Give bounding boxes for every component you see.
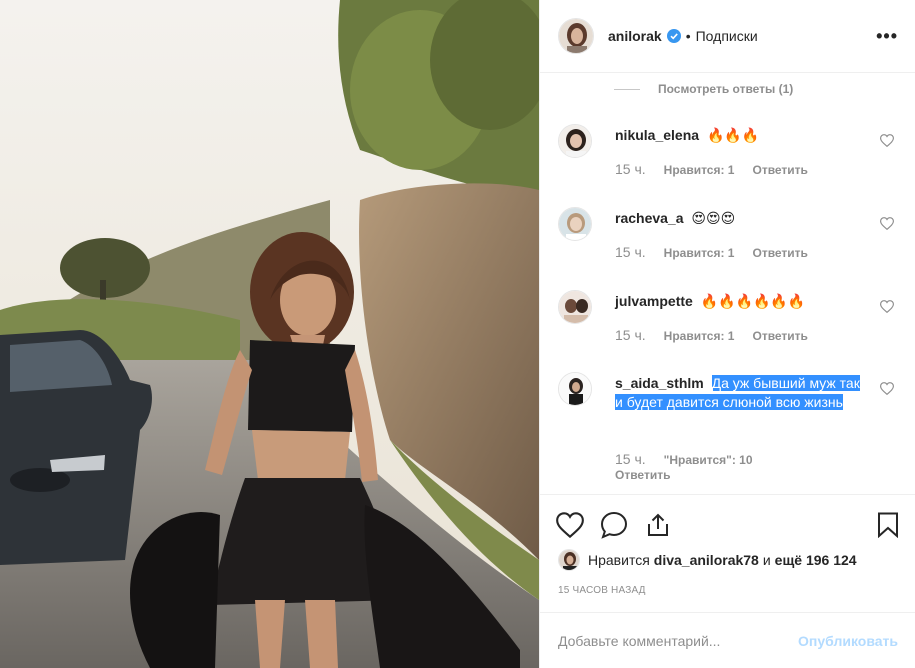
like-comment-heart-icon[interactable] <box>879 300 895 318</box>
likes-count[interactable]: ещё 196 124 <box>775 552 857 568</box>
liker-avatar <box>558 549 580 571</box>
comment-meta: 15 ч. Нравится: 1 Ответить <box>615 244 808 260</box>
reply-button[interactable]: Ответить <box>752 246 807 260</box>
comment-username[interactable]: julvampette <box>615 293 693 309</box>
comment-username[interactable]: s_aida_sthlm <box>615 375 704 391</box>
photo-illustration <box>0 0 539 668</box>
view-replies-button[interactable]: Посмотреть ответы (1) <box>614 82 793 96</box>
comment-text: 🔥🔥🔥 <box>706 127 760 143</box>
comment-bubble-icon[interactable] <box>600 511 628 539</box>
comment-meta-reply: Ответить <box>615 468 670 482</box>
like-comment-heart-icon[interactable] <box>879 134 895 152</box>
comment-likes[interactable]: "Нравится": 10 <box>664 453 753 467</box>
publish-button[interactable]: Опубликовать <box>798 633 898 649</box>
liker-username[interactable]: diva_anilorak78 <box>654 552 759 568</box>
bookmark-icon[interactable] <box>876 511 900 539</box>
comment-meta: 15 ч. "Нравится": 10 <box>615 451 771 467</box>
like-comment-heart-icon[interactable] <box>879 217 895 235</box>
comment-time[interactable]: 15 ч. <box>615 161 646 177</box>
reply-button[interactable]: Ответить <box>752 163 807 177</box>
replies-divider <box>614 88 640 90</box>
post-photo[interactable] <box>0 0 539 668</box>
comment-time[interactable]: 15 ч. <box>615 327 646 343</box>
comment-body: s_aida_sthlm Да уж бывший муж так и буде… <box>615 374 865 412</box>
like-comment-heart-icon[interactable] <box>879 382 895 400</box>
comment-meta: 15 ч. Нравится: 1 Ответить <box>615 327 808 343</box>
comment-likes[interactable]: Нравится: 1 <box>664 329 735 343</box>
comment-body: julvampette 🔥🔥🔥🔥🔥🔥 <box>615 292 865 311</box>
comment-text: 🔥🔥🔥🔥🔥🔥 <box>700 293 806 309</box>
comment-likes[interactable]: Нравится: 1 <box>664 163 735 177</box>
commenter-avatar[interactable] <box>558 372 592 406</box>
author-username[interactable]: anilorak <box>608 28 662 44</box>
reply-button[interactable]: Ответить <box>752 329 807 343</box>
comment-body: nikula_elena 🔥🔥🔥 <box>615 126 865 145</box>
view-replies-label: Посмотреть ответы (1) <box>658 82 794 96</box>
add-comment-bar: Опубликовать <box>540 612 915 668</box>
post-timestamp[interactable]: 15 часов назад <box>558 585 646 596</box>
more-options-icon[interactable]: ••• <box>876 26 898 47</box>
separator-dot: • <box>685 28 691 44</box>
comment-likes[interactable]: Нравится: 1 <box>664 246 735 260</box>
comment-time[interactable]: 15 ч. <box>615 244 646 260</box>
likes-conjunction: и <box>762 552 771 568</box>
comments-list: Посмотреть ответы (1) nikula_elena 🔥🔥🔥 1… <box>540 74 915 494</box>
comment-input[interactable] <box>558 632 778 649</box>
commenter-avatar[interactable] <box>558 207 592 241</box>
comment-time[interactable]: 15 ч. <box>615 451 646 467</box>
like-heart-icon[interactable] <box>556 511 584 539</box>
post-actions: Нравится diva_anilorak78 и ещё 196 124 1… <box>540 494 915 610</box>
instagram-post: anilorak • Подписки ••• Посмотреть ответ… <box>0 0 915 668</box>
verified-badge-icon <box>666 29 681 43</box>
post-header: anilorak • Подписки ••• <box>540 0 915 73</box>
share-upload-icon[interactable] <box>644 511 672 539</box>
action-icons <box>556 511 688 539</box>
comment-text: 😍😍😍 <box>691 210 736 226</box>
commenter-avatar[interactable] <box>558 124 592 158</box>
comment-body: racheva_a 😍😍😍 <box>615 209 865 228</box>
comment-username[interactable]: nikula_elena <box>615 127 699 143</box>
likes-summary[interactable]: Нравится diva_anilorak78 и ещё 196 124 <box>558 549 861 571</box>
post-side-panel: anilorak • Подписки ••• Посмотреть ответ… <box>539 0 915 668</box>
reply-button[interactable]: Ответить <box>615 468 670 482</box>
commenter-avatar[interactable] <box>558 290 592 324</box>
following-button[interactable]: Подписки <box>696 28 758 44</box>
comment-meta: 15 ч. Нравится: 1 Ответить <box>615 161 808 177</box>
author-avatar[interactable] <box>558 18 594 54</box>
likes-prefix: Нравится <box>588 552 650 568</box>
comment-username[interactable]: racheva_a <box>615 210 684 226</box>
